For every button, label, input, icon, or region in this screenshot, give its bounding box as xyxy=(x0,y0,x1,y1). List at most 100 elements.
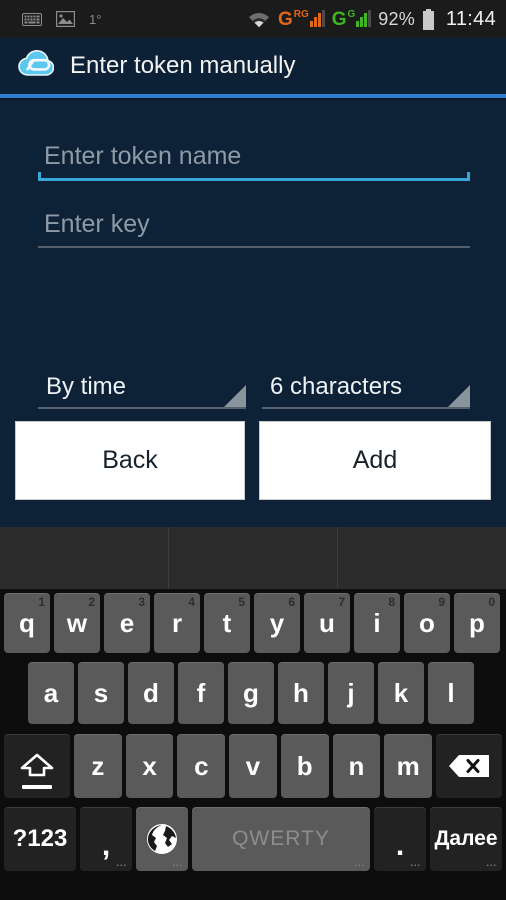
shift-key[interactable] xyxy=(4,734,70,798)
token-length-underline xyxy=(262,385,470,409)
key-w[interactable]: w2 xyxy=(54,593,100,653)
clock: 11:44 xyxy=(445,7,496,30)
key-label: s xyxy=(93,677,109,708)
key-label: l xyxy=(447,677,455,708)
key-label: i xyxy=(373,607,381,638)
key-number-hint: 6 xyxy=(288,595,295,609)
key-number-hint: 0 xyxy=(488,595,495,609)
sim2-gprs-label: G xyxy=(347,8,356,20)
globe-icon xyxy=(147,824,177,854)
token-name-field[interactable]: Enter token name xyxy=(38,136,470,181)
battery-icon xyxy=(422,8,435,30)
token-length-spinner[interactable]: 6 characters xyxy=(262,373,470,409)
add-button[interactable]: Add xyxy=(259,421,491,500)
key-label: u xyxy=(319,607,335,638)
key-b[interactable]: b xyxy=(280,734,329,798)
soft-keyboard: q1w2e3r4t5y6u7i8o9p0 asdfghjkl zxcvbnm ?… xyxy=(0,527,506,900)
key-z[interactable]: z xyxy=(74,734,122,798)
page-title: Enter token manually xyxy=(70,52,296,79)
key-label: a xyxy=(43,677,59,708)
keyboard-icon xyxy=(22,12,42,26)
key-number-hint: 2 xyxy=(88,595,95,609)
key-p[interactable]: p0 xyxy=(454,593,500,653)
key-number-hint: 8 xyxy=(388,595,395,609)
key-label: x xyxy=(142,750,157,781)
key-n[interactable]: n xyxy=(332,734,381,798)
enter-key-label: Далее xyxy=(434,827,498,850)
key-number-hint: 9 xyxy=(438,595,445,609)
sim1-signal-indicator: G RG xyxy=(277,8,325,30)
wifi-icon xyxy=(247,11,271,28)
key-field[interactable]: Enter key xyxy=(38,204,470,248)
key-input[interactable]: Enter key xyxy=(38,204,470,246)
keyboard-row-3: z x c v b nm xyxy=(0,729,506,803)
enter-next-key[interactable]: Далее ... xyxy=(430,807,502,871)
space-key[interactable]: QWERTY ... xyxy=(192,807,370,871)
key-i[interactable]: i8 xyxy=(354,593,400,653)
key-q[interactable]: q1 xyxy=(4,593,50,653)
key-e[interactable]: e3 xyxy=(104,593,150,653)
key-label: b xyxy=(296,750,313,781)
sim1-roaming-label: RG xyxy=(293,8,309,20)
key-y[interactable]: y6 xyxy=(254,593,300,653)
key-label: o xyxy=(419,607,435,638)
key-o[interactable]: o9 xyxy=(404,593,450,653)
language-switch-key[interactable]: ... xyxy=(136,807,188,871)
key-label: c xyxy=(194,750,209,781)
key-g[interactable]: g xyxy=(228,662,274,724)
symbols-key[interactable]: ?123 xyxy=(4,807,76,871)
key-u[interactable]: u7 xyxy=(304,593,350,653)
key-l[interactable]: l xyxy=(428,662,474,724)
keyboard-row-2: a sdfgh j k l xyxy=(0,657,506,729)
key-a[interactable]: a xyxy=(28,662,74,724)
temperature-indicator: 1° xyxy=(89,11,102,27)
suggestion-slot[interactable] xyxy=(337,527,506,589)
key-label: k xyxy=(393,677,409,708)
key-label: z xyxy=(91,750,105,781)
key-label: n xyxy=(348,750,365,781)
key-c[interactable]: c xyxy=(177,734,226,798)
long-press-hint: ... xyxy=(410,858,421,868)
long-press-hint: ... xyxy=(116,858,127,868)
suggestion-strip xyxy=(0,527,506,589)
suggestion-slot[interactable] xyxy=(168,527,337,589)
period-key[interactable]: . ... xyxy=(374,807,426,871)
key-f[interactable]: f xyxy=(178,662,224,724)
key-t[interactable]: t5 xyxy=(204,593,250,653)
comma-key-label: , xyxy=(101,829,111,862)
status-bar: 1° G RG G G 92% 11:44 xyxy=(0,0,506,38)
key-h[interactable]: h xyxy=(278,662,324,724)
token-length-value: 6 characters xyxy=(270,373,403,400)
status-bar-right: G RG G G 92% 11:44 xyxy=(247,8,496,31)
key-label: q xyxy=(19,607,35,638)
key-number-hint: 1 xyxy=(38,595,45,609)
key-label: j xyxy=(347,677,355,708)
key-m[interactable]: m xyxy=(384,734,433,798)
space-key-label: QWERTY xyxy=(232,827,330,850)
key-label: p xyxy=(469,607,485,638)
token-type-spinner[interactable]: By time xyxy=(38,373,246,409)
long-press-hint: ... xyxy=(486,858,497,868)
key-d[interactable]: d xyxy=(128,662,174,724)
backspace-key[interactable] xyxy=(436,734,502,798)
key-x[interactable]: x xyxy=(125,734,174,798)
phone-screen: 1° G RG G G 92% 11:44 Enter token manual… xyxy=(0,0,506,900)
form-content: Enter token name Enter key By time 6 cha… xyxy=(0,100,506,527)
comma-key[interactable]: , ... xyxy=(80,807,132,871)
key-v[interactable]: v xyxy=(229,734,277,798)
sim2-signal-bars xyxy=(356,9,372,27)
key-label: h xyxy=(293,677,309,708)
sim2-network-letter: G xyxy=(331,8,347,30)
key-k[interactable]: k xyxy=(378,662,424,724)
sim1-signal-bars xyxy=(309,9,325,27)
keyboard-row-3-letters: z x c v b nm xyxy=(72,734,434,798)
key-s[interactable]: s xyxy=(78,662,124,724)
key-r[interactable]: r4 xyxy=(154,593,200,653)
suggestion-slot[interactable] xyxy=(0,527,168,589)
sim1-network-letter: G xyxy=(277,8,293,30)
long-press-hint: ... xyxy=(172,858,183,868)
token-name-input[interactable]: Enter token name xyxy=(38,136,470,178)
back-button[interactable]: Back xyxy=(15,421,245,500)
key-j[interactable]: j xyxy=(328,662,374,724)
backspace-icon xyxy=(449,755,489,777)
